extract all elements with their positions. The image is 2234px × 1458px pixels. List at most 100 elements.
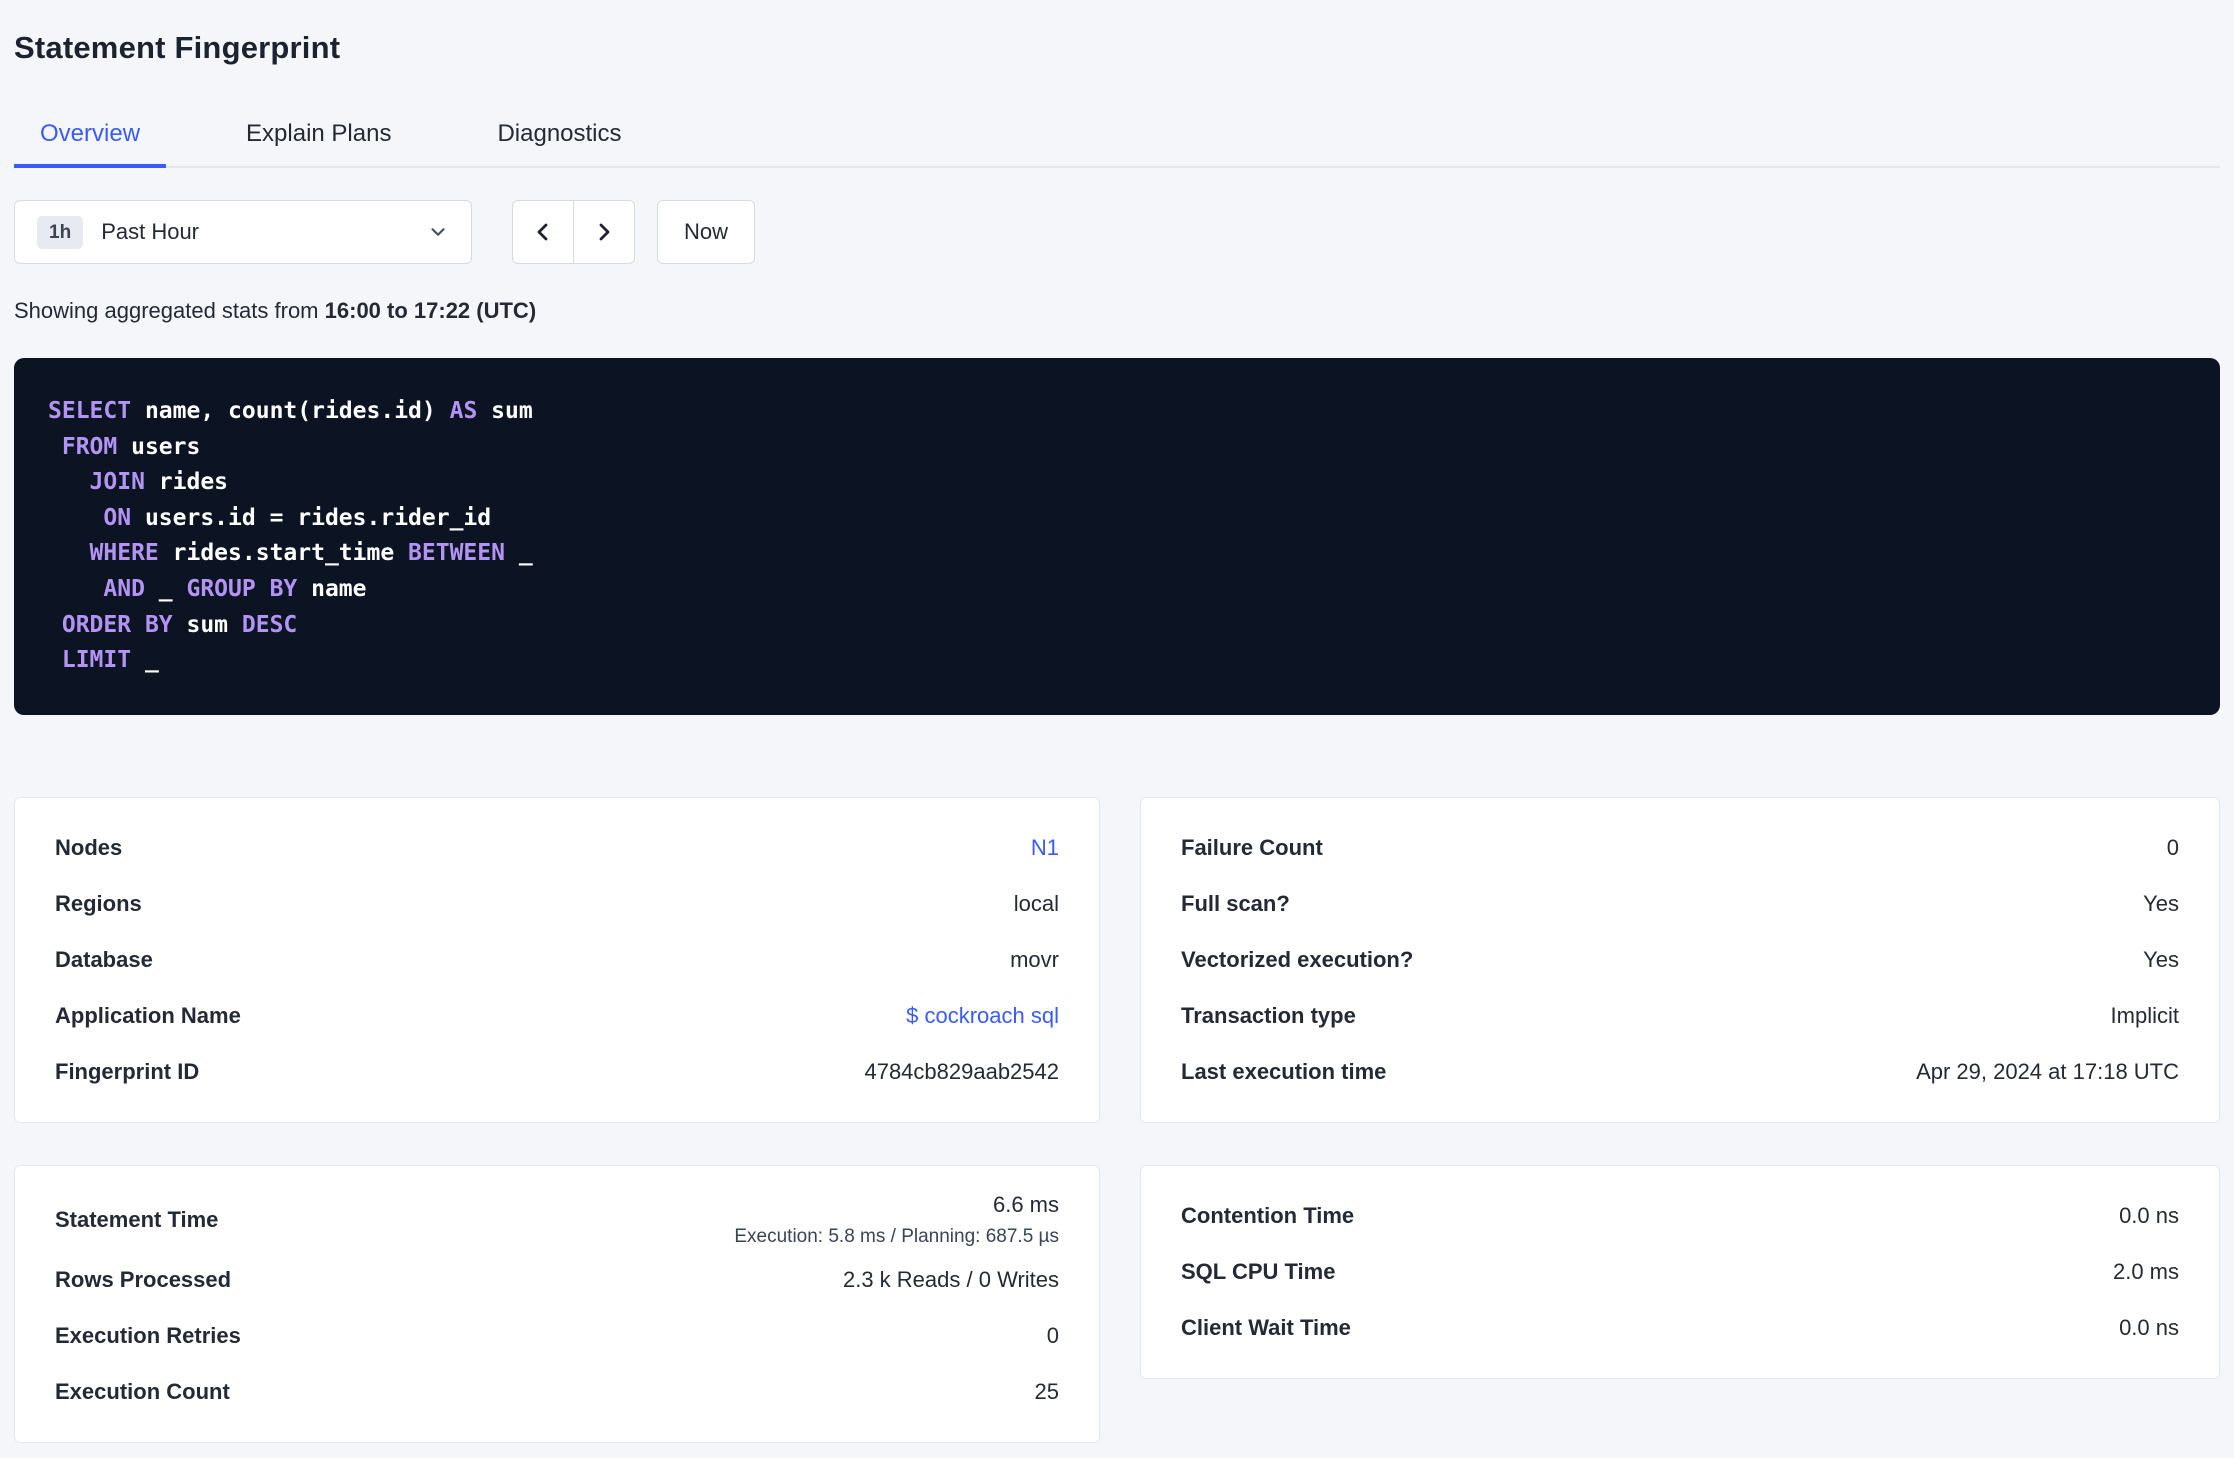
tab-diagnostics[interactable]: Diagnostics [471, 108, 647, 168]
row-value: Yes [2143, 890, 2179, 916]
row-label: SQL CPU Time [1181, 1258, 1336, 1284]
row-value: Apr 29, 2024 at 17:18 UTC [1916, 1058, 2179, 1084]
card-row: Database movr [55, 932, 1059, 988]
row-label: Fingerprint ID [55, 1058, 200, 1084]
card-row: Statement Time 6.6 ms Execution: 5.8 ms / … [55, 1188, 1059, 1252]
row-value-wrap: Yes [2143, 947, 2179, 973]
prev-interval-button[interactable] [512, 200, 574, 264]
row-value-wrap: 4784cb829aab2542 [864, 1059, 1059, 1085]
time-interval-label: Past Hour [101, 219, 200, 244]
row-value: Implicit [2110, 1002, 2179, 1028]
row-value-wrap: N1 [1031, 835, 1059, 861]
tab-explain-plans[interactable]: Explain Plans [220, 108, 417, 168]
card-row: Rows Processed 2.3 k Reads / 0 Writes [55, 1252, 1059, 1308]
sql-line: AND _ GROUP BY name [103, 575, 367, 602]
chevron-right-icon [592, 220, 616, 244]
row-value: movr [1010, 946, 1059, 972]
statement-fingerprint-page: Statement Fingerprint Overview Explain Pl… [0, 0, 2234, 1443]
row-value-wrap: 0.0 ns [2119, 1315, 2179, 1341]
summary-cards: Nodes N1 Regions local Database movr Applicati… [14, 796, 2220, 1443]
sql-line: SELECT name, count(rides.id) AS sum [48, 398, 533, 424]
time-interval-badge: 1h [37, 215, 84, 249]
row-value-wrap: 0.0 ns [2119, 1203, 2179, 1229]
card-overview-right: Failure Count 0 Full scan? Yes Vectorized ex… [1140, 796, 2220, 1123]
card-timing-right: Contention Time 0.0 ns SQL CPU Time 2.0 ms C… [1140, 1164, 2220, 1379]
row-label: Execution Retries [55, 1322, 241, 1348]
sql-line: JOIN rides [89, 469, 229, 496]
interval-pager [512, 200, 635, 264]
card-row: Full scan? Yes [1181, 876, 2179, 932]
card-timing-left: Statement Time 6.6 ms Execution: 5.8 ms / … [14, 1164, 1100, 1443]
card-row: Execution Count 25 [55, 1364, 1059, 1420]
row-value: 0.0 ns [2119, 1202, 2179, 1228]
chevron-left-icon [531, 220, 555, 244]
card-row: Vectorized execution? Yes [1181, 932, 2179, 988]
now-button[interactable]: Now [657, 200, 756, 264]
row-label: Execution Count [55, 1378, 230, 1404]
card-overview-left: Nodes N1 Regions local Database movr Applicati… [14, 796, 1100, 1123]
card-row: Client Wait Time 0.0 ns [1181, 1300, 2179, 1356]
row-value-wrap: Yes [2143, 891, 2179, 917]
tab-bar: Overview Explain Plans Diagnostics [14, 108, 2220, 168]
page-title: Statement Fingerprint [14, 30, 341, 65]
row-label: Rows Processed [55, 1266, 232, 1292]
row-label: Client Wait Time [1181, 1314, 1351, 1340]
card-row: SQL CPU Time 2.0 ms [1181, 1244, 2179, 1300]
row-value-wrap: 6.6 ms Execution: 5.8 ms / Planning: 687.… [734, 1192, 1059, 1248]
row-label: Nodes [55, 834, 123, 860]
row-value: 2.0 ms [2112, 1258, 2179, 1284]
row-value-wrap: movr [1010, 947, 1059, 973]
card-row: Last execution time Apr 29, 2024 at 17:18… [1181, 1044, 2179, 1100]
aggregated-stats-line: Showing aggregated stats from 16:00 to 1… [14, 298, 2220, 324]
row-value-wrap: Apr 29, 2024 at 17:18 UTC [1916, 1059, 2179, 1085]
row-value: 25 [1034, 1378, 1059, 1404]
row-label: Regions [55, 890, 142, 916]
card-row: Application Name $ cockroach sql [55, 988, 1059, 1044]
row-value-wrap: 0 [1047, 1323, 1059, 1349]
card-row: Contention Time 0.0 ns [1181, 1188, 2179, 1244]
card-row: Regions local [55, 876, 1059, 932]
row-label: Application Name [55, 1002, 241, 1028]
row-value: 0.0 ns [2119, 1314, 2179, 1340]
row-value-wrap: 2.3 k Reads / 0 Writes [843, 1267, 1059, 1293]
row-label: Last execution time [1181, 1058, 1387, 1084]
row-value: local [1013, 890, 1059, 916]
next-interval-button[interactable] [573, 200, 635, 264]
time-interval-dropdown[interactable]: 1h Past Hour [14, 200, 472, 264]
row-label: Database [55, 946, 153, 972]
row-label: Failure Count [1181, 834, 1323, 860]
row-value-wrap: Implicit [2111, 1003, 2179, 1029]
sql-line: LIMIT _ [61, 647, 159, 674]
row-label: Transaction type [1181, 1002, 1356, 1028]
row-value: 0 [1046, 1322, 1059, 1348]
row-value-link[interactable]: $ cockroach sql [906, 1003, 1059, 1029]
time-controls: 1h Past Hour Now [14, 200, 2220, 264]
sql-statement-box: SELECT name, count(rides.id) AS sum FROM… [14, 358, 2220, 715]
sql-line: ON users.id = rides.rider_id [103, 504, 492, 531]
stats-range: 16:00 to 17:22 (UTC) [324, 298, 537, 323]
row-value-wrap: 2.0 ms [2113, 1259, 2179, 1285]
row-value-link[interactable]: N1 [1031, 835, 1059, 861]
row-subvalue: Execution: 5.8 ms / Planning: 687.5 µs [734, 1225, 1059, 1247]
card-row: Transaction type Implicit [1181, 988, 2179, 1044]
row-label: Statement Time [55, 1206, 219, 1232]
stats-prefix: Showing aggregated stats from [14, 298, 319, 323]
card-row: Execution Retries 0 [55, 1308, 1059, 1364]
row-value: 6.6 ms [992, 1191, 1059, 1217]
card-row: Fingerprint ID 4784cb829aab2542 [55, 1044, 1059, 1100]
chevron-down-icon [427, 221, 449, 243]
tab-overview[interactable]: Overview [14, 108, 167, 168]
sql-line: ORDER BY sum DESC [61, 611, 298, 638]
sql-line: FROM users [61, 433, 201, 460]
row-value-wrap: 25 [1035, 1379, 1059, 1405]
sql-line: WHERE rides.start_time BETWEEN _ [89, 540, 533, 567]
row-value-wrap: local [1014, 891, 1059, 917]
row-label: Full scan? [1181, 890, 1290, 916]
row-label: Contention Time [1181, 1202, 1355, 1228]
row-value-wrap: 0 [2167, 835, 2179, 861]
row-value: Yes [2143, 946, 2179, 972]
card-row: Failure Count 0 [1181, 820, 2179, 876]
row-value: 0 [2166, 834, 2179, 860]
row-value: 2.3 k Reads / 0 Writes [842, 1266, 1059, 1292]
card-row: Nodes N1 [55, 820, 1059, 876]
